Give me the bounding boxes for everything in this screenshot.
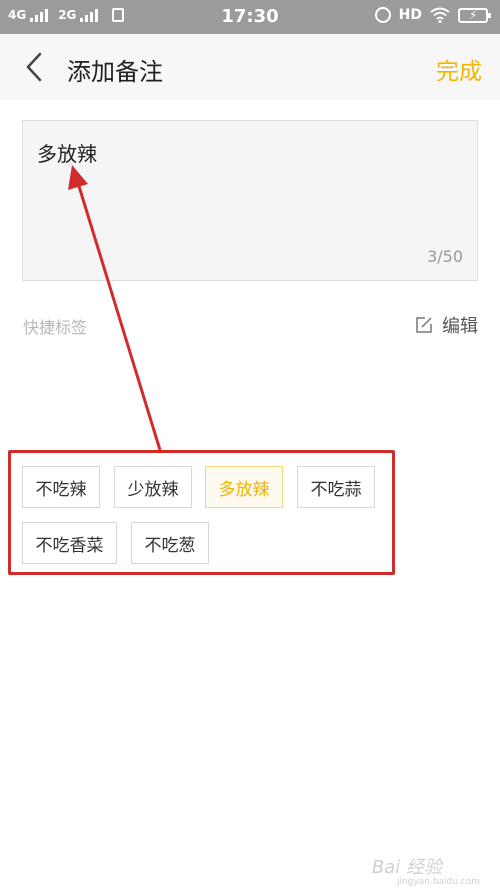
quick-tags-label: 快捷标签: [23, 318, 88, 337]
status-bar: 4G 2G 17:30 HD ⚡: [0, 0, 500, 34]
edit-tags-button[interactable]: 编辑: [414, 312, 478, 338]
char-counter: 3/50: [427, 247, 463, 266]
page-title: 添加备注: [67, 58, 163, 86]
wifi-icon: [430, 7, 450, 23]
done-button[interactable]: 完成: [436, 52, 482, 86]
edit-label: 编辑: [442, 316, 478, 337]
status-right: HD ⚡: [374, 7, 491, 23]
annotation-highlight-box: [8, 450, 395, 575]
chevron-left-icon[interactable]: [20, 51, 52, 83]
note-textarea[interactable]: 多放辣 3/50: [22, 120, 478, 281]
note-value: 多放辣: [37, 142, 97, 166]
edit-icon: [416, 317, 432, 333]
watermark: Bai 经验: [371, 857, 442, 878]
nav-bar: 添加备注 完成: [0, 34, 500, 100]
watermark-url: jingyan.baidu.com: [396, 877, 480, 887]
battery-charging-icon: ⚡: [458, 7, 491, 23]
alarm-icon: [374, 7, 391, 23]
hd-label: HD: [398, 7, 422, 23]
